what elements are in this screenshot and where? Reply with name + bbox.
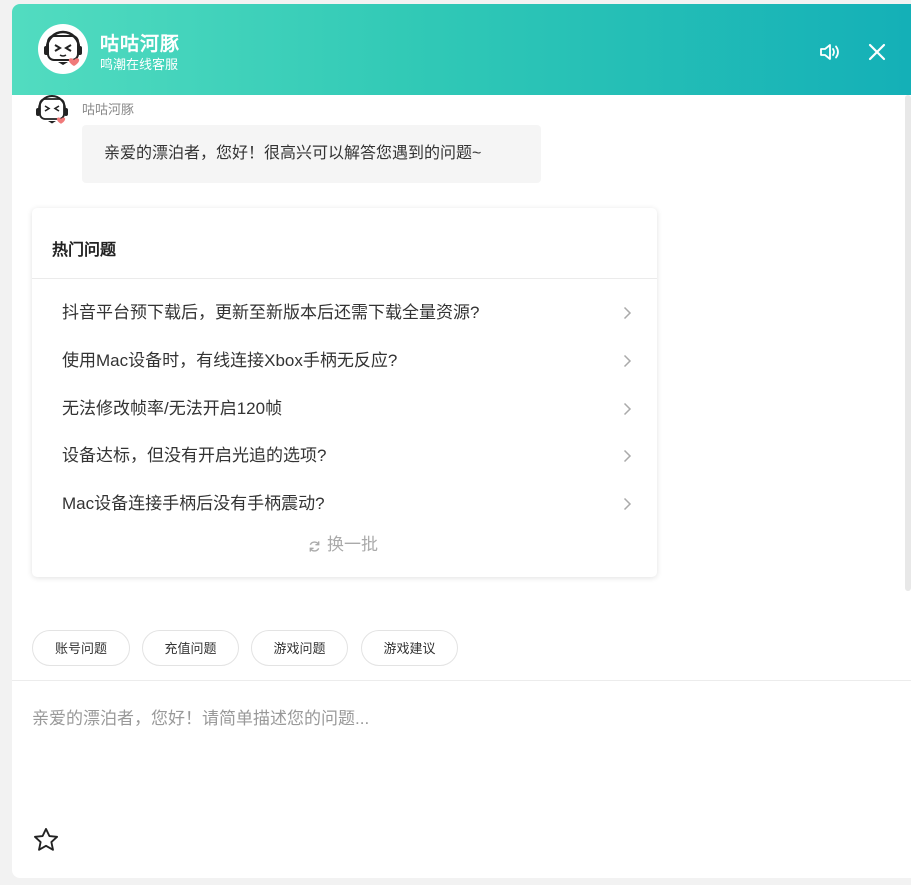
refresh-icon [309, 541, 320, 552]
chat-subtitle: 鸣潮在线客服 [100, 57, 179, 72]
star-icon [33, 827, 59, 851]
bot-name: 咕咕河豚 [82, 102, 135, 117]
message-input[interactable] [32, 704, 892, 804]
faq-item-label: Mac设备连接手柄后没有手柄震动? [62, 494, 325, 513]
chevron-right-icon [623, 402, 632, 416]
divider [32, 278, 657, 279]
faq-item[interactable]: 无法修改帧率/无法开启120帧 [62, 394, 632, 424]
speaker-icon [820, 44, 839, 60]
hot-questions-card: 热门问题 抖音平台预下载后，更新至新版本后还需下载全量资源? 使用Mac设备时，… [32, 208, 657, 577]
chevron-right-icon [623, 306, 632, 320]
greeting-message: 亲爱的漂泊者，您好！很高兴可以解答您遇到的问题~ [82, 125, 541, 183]
faq-item-label: 抖音平台预下载后，更新至新版本后还需下载全量资源? [62, 303, 480, 322]
quick-tag-recharge[interactable]: 充值问题 [142, 630, 239, 666]
close-button[interactable] [865, 40, 889, 64]
chevron-right-icon [623, 497, 632, 511]
chat-header: 咕咕河豚 鸣潮在线客服 [12, 4, 911, 95]
faq-item[interactable]: 设备达标，但没有开启光追的选项? [62, 441, 632, 471]
hot-questions-title: 热门问题 [52, 242, 117, 259]
quick-tag-account[interactable]: 账号问题 [32, 630, 130, 666]
service-avatar [38, 24, 88, 74]
refresh-label: 换一批 [327, 535, 378, 554]
refresh-questions-button[interactable]: 换一批 [308, 534, 378, 556]
quick-tag-game[interactable]: 游戏问题 [251, 630, 348, 666]
chevron-right-icon [623, 354, 632, 368]
faq-item-label: 使用Mac设备时，有线连接Xbox手柄无反应? [62, 351, 398, 370]
faq-item-label: 设备达标，但没有开启光追的选项? [62, 446, 327, 465]
faq-item-label: 无法修改帧率/无法开启120帧 [62, 399, 283, 418]
chat-window: 咕咕河豚 鸣潮在线客服 咕咕河豚 亲爱的漂泊者，您好！很高兴可以解答您遇到的问题… [12, 4, 911, 878]
faq-item[interactable]: 使用Mac设备时，有线连接Xbox手柄无反应? [62, 346, 632, 376]
rate-button[interactable] [32, 826, 60, 854]
chat-title: 咕咕河豚 [100, 34, 181, 55]
faq-item[interactable]: Mac设备连接手柄后没有手柄震动? [62, 489, 632, 519]
quick-tag-suggestion[interactable]: 游戏建议 [361, 630, 458, 666]
close-icon [868, 43, 886, 61]
bot-avatar [32, 95, 72, 129]
faq-item[interactable]: 抖音平台预下载后，更新至新版本后还需下载全量资源? [62, 298, 632, 328]
scrollbar[interactable] [905, 95, 911, 591]
speaker-button[interactable] [818, 40, 842, 64]
chevron-right-icon [623, 449, 632, 463]
divider [12, 680, 911, 681]
